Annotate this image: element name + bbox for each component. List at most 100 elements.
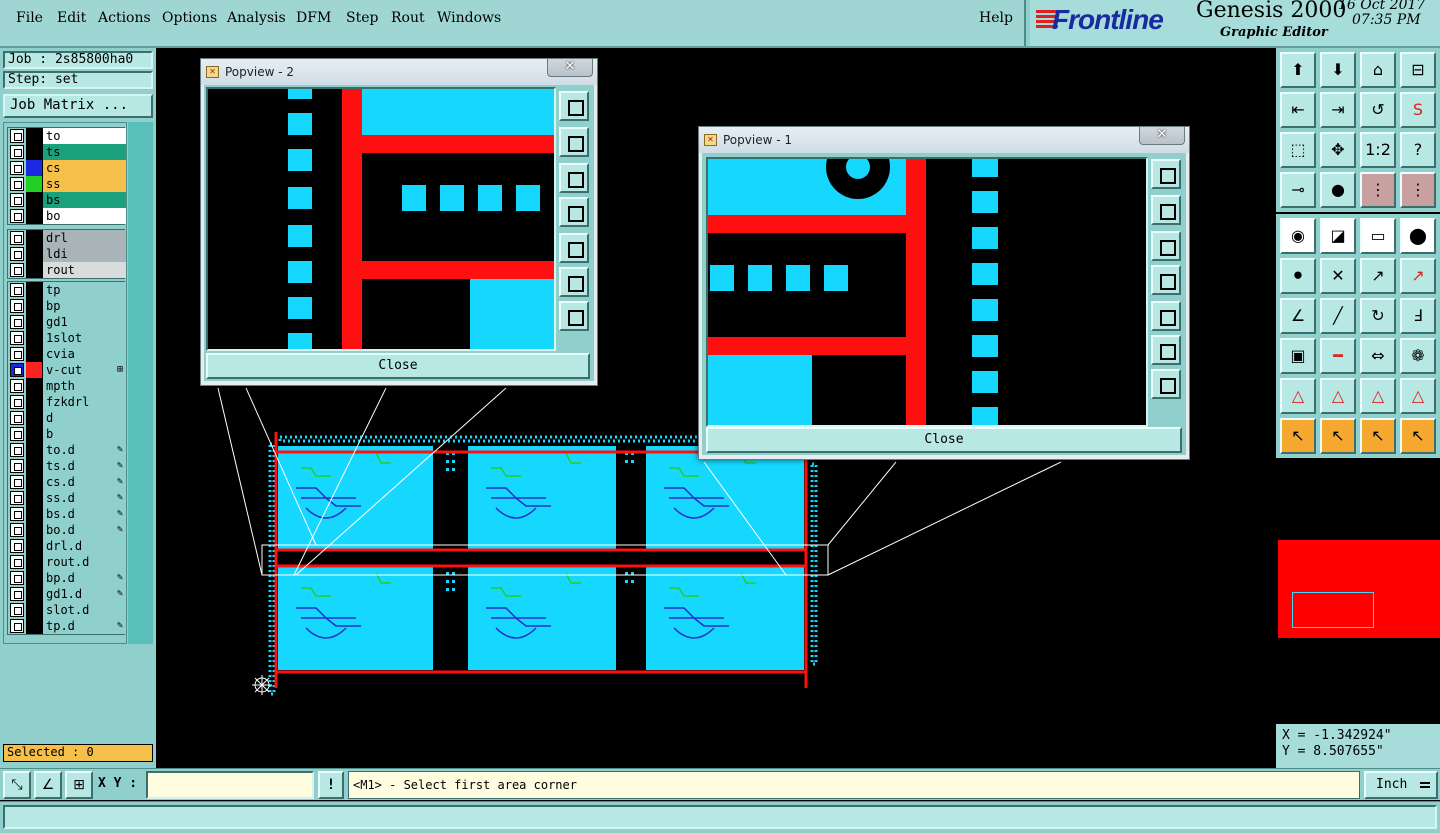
layer-checkbox[interactable]: [10, 193, 24, 207]
layer-name[interactable]: to.d ✎: [42, 442, 126, 458]
layer-color-swatch[interactable]: [26, 208, 42, 224]
zoom-center-icon[interactable]: ✥: [1320, 132, 1356, 168]
page-down-icon[interactable]: ⬇: [1320, 52, 1356, 88]
layer-checkbox[interactable]: [10, 539, 24, 553]
execute-button[interactable]: !: [318, 771, 344, 799]
menu-analysis[interactable]: Analysis: [227, 10, 286, 26]
layer-name[interactable]: drl.d: [42, 538, 126, 554]
layer-checkbox[interactable]: [10, 555, 24, 569]
layer-name[interactable]: rout.d: [42, 554, 126, 570]
pv1-pan-right-icon[interactable]: [1151, 301, 1181, 331]
layer-checkbox[interactable]: [10, 283, 24, 297]
move-arrow-red-icon[interactable]: ↗: [1400, 258, 1436, 294]
layer-name[interactable]: bp.d ✎: [42, 570, 126, 586]
layer-checkbox[interactable]: [10, 587, 24, 601]
line-angle-icon[interactable]: ∠: [1280, 298, 1316, 334]
layer-row[interactable]: slot.d: [8, 602, 126, 618]
layer-row[interactable]: bp.d ✎: [8, 570, 126, 586]
drill-pad-icon[interactable]: ⬤: [1400, 218, 1436, 254]
layer-checkbox[interactable]: [10, 411, 24, 425]
layer-name[interactable]: cvia: [42, 346, 126, 362]
layer-color-swatch[interactable]: [26, 426, 42, 442]
layer-color-swatch[interactable]: [26, 410, 42, 426]
layer-name[interactable]: slot.d: [42, 602, 126, 618]
unit-select[interactable]: Inch: [1364, 771, 1438, 799]
layer-checkbox[interactable]: [10, 347, 24, 361]
layer-color-swatch[interactable]: [26, 394, 42, 410]
layer-name[interactable]: 1slot: [42, 330, 126, 346]
layer-row[interactable]: to.d ✎: [8, 442, 126, 458]
layer-row[interactable]: bp: [8, 298, 126, 314]
pointer-box-icon[interactable]: ↖: [1320, 418, 1356, 454]
layer-checkbox[interactable]: [10, 299, 24, 313]
layer-color-swatch[interactable]: [26, 282, 42, 298]
layer-name[interactable]: cs.d ✎: [42, 474, 126, 490]
layer-name[interactable]: mpth: [42, 378, 126, 394]
layer-checkbox[interactable]: [10, 475, 24, 489]
layer-color-swatch[interactable]: [26, 458, 42, 474]
layer-row[interactable]: drl.d: [8, 538, 126, 554]
pv1-fit-icon[interactable]: [1151, 335, 1181, 365]
grid-icon[interactable]: ⊞: [65, 771, 93, 799]
snap-icon[interactable]: ●: [1320, 172, 1356, 208]
layer-checkbox[interactable]: [10, 145, 24, 159]
layer-color-swatch[interactable]: [26, 538, 42, 554]
layer-color-swatch[interactable]: [26, 298, 42, 314]
layer-color-swatch[interactable]: [26, 506, 42, 522]
menu-actions[interactable]: Actions: [98, 10, 151, 26]
layer-color-swatch[interactable]: [26, 128, 42, 144]
layer-color-swatch[interactable]: [26, 192, 42, 208]
layer-color-swatch[interactable]: [26, 330, 42, 346]
layer-checkbox[interactable]: [10, 571, 24, 585]
layer-row[interactable]: bo: [8, 208, 126, 224]
layer-toggle-b-icon[interactable]: ⋮: [1400, 172, 1436, 208]
layer-name[interactable]: tp.d ✎: [42, 618, 126, 634]
layer-row[interactable]: rout: [8, 262, 126, 278]
layer-color-swatch[interactable]: [26, 230, 42, 246]
menu-dfm[interactable]: DFM: [296, 10, 331, 26]
layer-color-swatch[interactable]: [26, 586, 42, 602]
triangle-c-icon[interactable]: △: [1360, 378, 1396, 414]
layer-row[interactable]: gd1: [8, 314, 126, 330]
undo-icon[interactable]: ↺: [1360, 92, 1396, 128]
layer-color-swatch[interactable]: [26, 474, 42, 490]
overview-view-rectangle[interactable]: [1292, 592, 1374, 628]
layer-row[interactable]: ss.d ✎: [8, 490, 126, 506]
pv1-center-icon[interactable]: [1151, 369, 1181, 399]
layer-checkbox[interactable]: [10, 263, 24, 277]
layer-color-swatch[interactable]: [26, 442, 42, 458]
layer-name[interactable]: drl: [42, 230, 126, 246]
layer-checkbox[interactable]: [10, 427, 24, 441]
zoom-left-icon[interactable]: ⇤: [1280, 92, 1316, 128]
line-diagonal-icon[interactable]: ╱: [1320, 298, 1356, 334]
pointer-diamond-icon[interactable]: ↖: [1360, 418, 1396, 454]
layer-color-swatch[interactable]: [26, 346, 42, 362]
xy-input[interactable]: [146, 771, 314, 799]
layer-row[interactable]: rout.d: [8, 554, 126, 570]
layer-list-scrollbar[interactable]: [128, 122, 153, 644]
page-up-icon[interactable]: ⬆: [1280, 52, 1316, 88]
snap-angle-icon[interactable]: ∠: [34, 771, 62, 799]
arc-icon[interactable]: ↻: [1360, 298, 1396, 334]
menu-options[interactable]: Options: [162, 10, 217, 26]
layer-checkbox[interactable]: [10, 443, 24, 457]
layer-color-swatch[interactable]: [26, 160, 42, 176]
layer-checkbox[interactable]: [10, 603, 24, 617]
popview-2-close-button[interactable]: Close: [206, 353, 590, 379]
triangle-a-icon[interactable]: △: [1280, 378, 1316, 414]
pv2-pan-down-icon[interactable]: [559, 163, 589, 193]
layer-color-swatch[interactable]: [26, 554, 42, 570]
pv2-pan-left-icon[interactable]: [559, 197, 589, 227]
layer-row[interactable]: to: [8, 128, 126, 144]
zoom-right-icon[interactable]: ⇥: [1320, 92, 1356, 128]
layer-name[interactable]: cs: [42, 160, 126, 176]
layer-row[interactable]: tp: [8, 282, 126, 298]
layer-name[interactable]: d: [42, 410, 126, 426]
blob-icon[interactable]: ❁: [1400, 338, 1436, 374]
layer-color-swatch[interactable]: [26, 490, 42, 506]
layer-name[interactable]: gd1: [42, 314, 126, 330]
layer-checkbox[interactable]: [10, 619, 24, 633]
layer-name[interactable]: ts: [42, 144, 126, 160]
layer-row[interactable]: tp.d ✎: [8, 618, 126, 634]
layer-name[interactable]: to: [42, 128, 126, 144]
